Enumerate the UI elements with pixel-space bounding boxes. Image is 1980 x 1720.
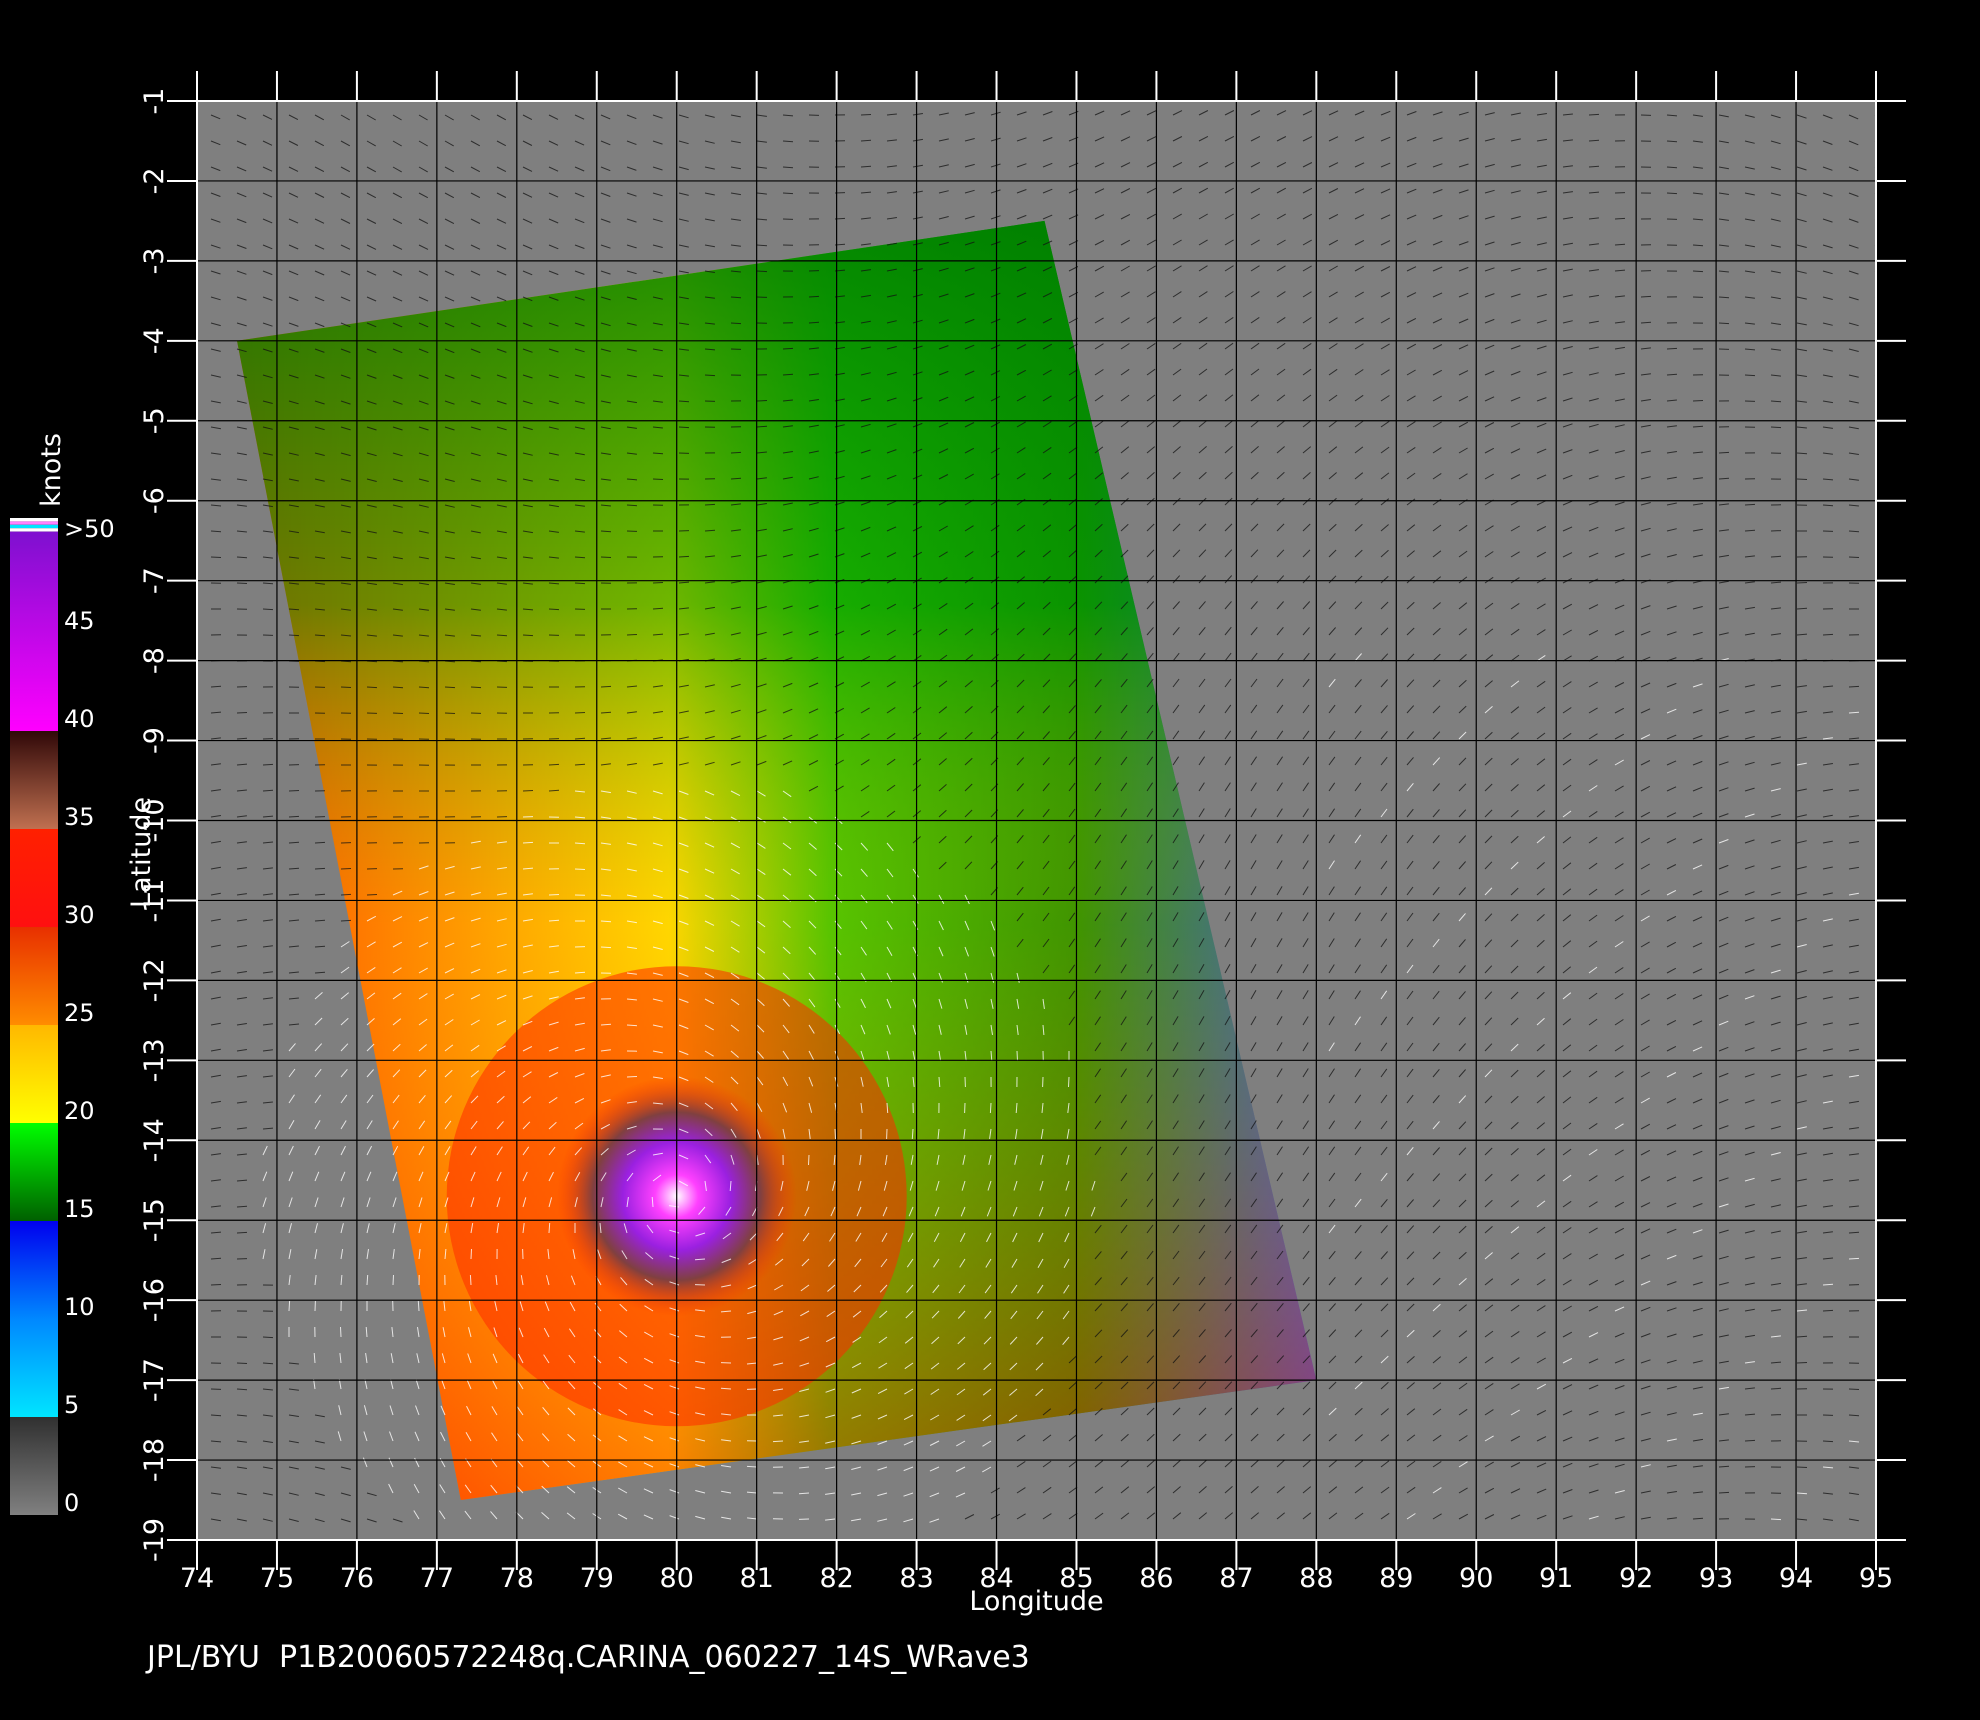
x-tick-label: 80 [660,1563,694,1594]
x-tick-label: 91 [1539,1563,1573,1594]
x-tick-label: 86 [1139,1563,1173,1594]
x-tick-label: 87 [1219,1563,1253,1594]
x-tick-label: 78 [500,1563,534,1594]
x-tick-label: 94 [1779,1563,1813,1594]
x-tick-label: 82 [819,1563,853,1594]
colorbar-label: 45 [64,607,95,635]
x-tick-label: 75 [260,1563,294,1594]
colorbar-segment [10,1123,58,1221]
y-tick-label: -18 [139,1438,170,1482]
footer-caption: JPL/BYU P1B20060572248q.CARINA_060227_14… [147,1640,1030,1675]
colorbar-label: 25 [64,999,95,1027]
colorbar-segment [10,1025,58,1123]
colorbar-label: 10 [64,1293,95,1321]
y-tick-label: -2 [139,167,170,194]
y-tick-label: -1 [139,88,170,115]
colorbar-cap-band [10,528,58,532]
x-tick-label: 79 [580,1563,614,1594]
y-tick-label: -5 [139,407,170,434]
y-tick-label: -13 [139,1038,170,1082]
colorbar-segment [10,1417,58,1515]
x-tick-label: 83 [899,1563,933,1594]
colorbar-cap-band [10,531,58,535]
colorbar-label: 40 [64,705,95,733]
y-tick-label: -14 [139,1118,170,1162]
colorbar-label: 35 [64,803,95,831]
y-tick-label: -12 [139,958,170,1002]
wind-map: 74 75 76 77 78 79 80 81 82 83 84 85 86 87 88 89 90 91 92 93… [10,71,1906,1617]
colorbar-cap-band [10,518,58,522]
x-tick-label: 89 [1379,1563,1413,1594]
colorbar-segment [10,731,58,829]
x-axis-label: Longitude [969,1586,1103,1617]
x-tick-label: 74 [180,1563,214,1594]
colorbar-label: 5 [64,1391,79,1419]
colorbar-label: 20 [64,1097,95,1125]
colorbar-cap-band [10,524,58,529]
colorbar-label: 30 [64,901,95,929]
x-tick-label: 88 [1299,1563,1333,1594]
plot-area [196,100,1877,1541]
x-tick-label: 90 [1459,1563,1493,1594]
colorbar-label: 15 [64,1195,95,1223]
colorbar-segment [10,927,58,1025]
x-tick-label: 77 [420,1563,454,1594]
x-tick-label: 81 [739,1563,773,1594]
colorbar-segment [10,535,58,731]
y-tick-label: -19 [139,1518,170,1562]
y-tick-label: -7 [139,567,170,594]
x-tick-label: 93 [1699,1563,1733,1594]
colorbar-unit: knots [36,433,67,507]
colorbar-label: 0 [64,1489,79,1517]
y-tick-label: -9 [139,727,170,754]
y-tick-label: -3 [139,247,170,274]
x-tick-label: 95 [1859,1563,1893,1594]
y-tick-label: -6 [139,487,170,514]
colorbar-segment [10,1221,58,1319]
y-tick-label: -16 [139,1278,170,1322]
y-axis-label: Latitude [126,797,157,908]
y-tick-label: -15 [139,1198,170,1242]
x-tick-label: 76 [340,1563,374,1594]
y-tick-label: -4 [139,327,170,354]
colorbar: knots >50 45 40 35 30 25 20 15 10 5 0 [10,433,115,1517]
colorbar-segment [10,1319,58,1417]
y-tick-label: -8 [139,647,170,674]
colorbar-label: >50 [64,515,115,543]
y-tick-label: -17 [139,1358,170,1402]
colorbar-segment [10,829,58,927]
colorbar-cap-band [10,521,58,525]
x-tick-label: 92 [1619,1563,1653,1594]
